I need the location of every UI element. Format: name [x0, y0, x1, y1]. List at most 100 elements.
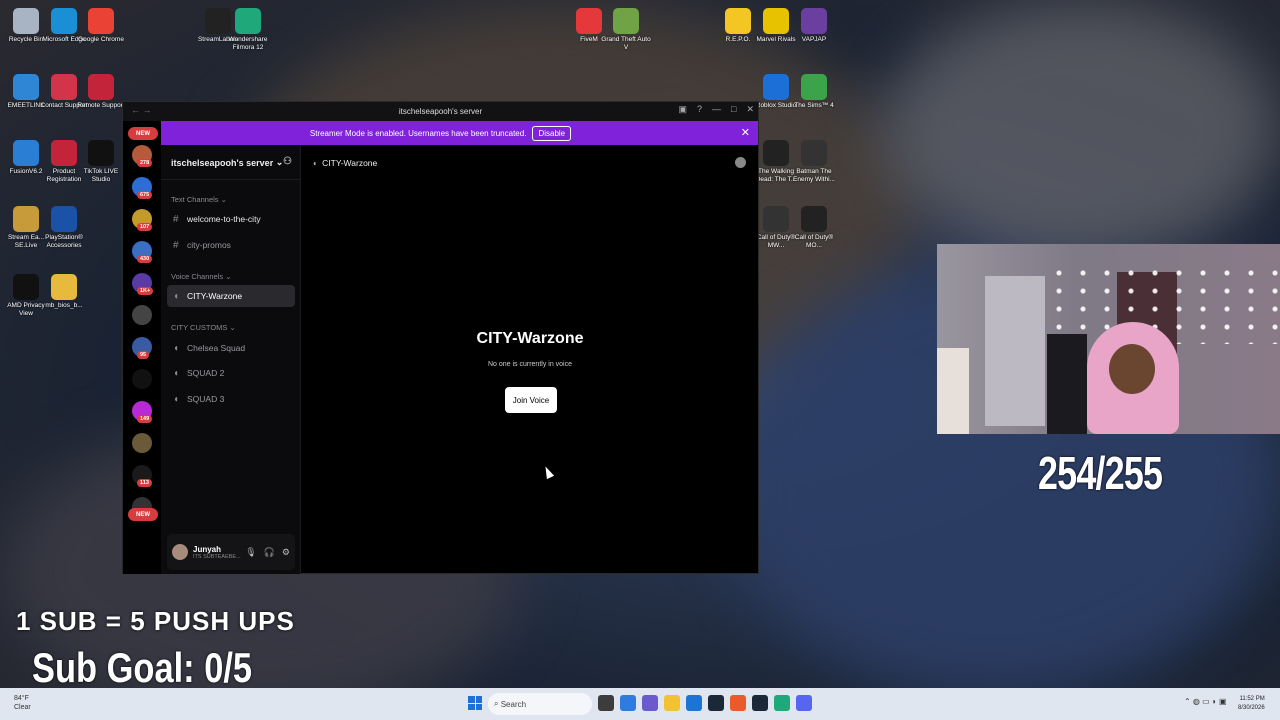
app-icon	[13, 74, 39, 100]
channel-promos[interactable]: # city-promos	[167, 234, 295, 256]
desktop-icon[interactable]: TikTok LIVE Studio	[75, 140, 127, 184]
channel-squad-3[interactable]: ◖ SQUAD 3	[167, 388, 295, 410]
desktop-icon-label: Wondershare Filmora 12	[228, 36, 268, 51]
discord-window: ← → itschelseapooh's server ▣ ? — □ ✕ St…	[122, 101, 759, 574]
store-icon[interactable]	[686, 695, 702, 711]
app-icon	[763, 8, 789, 34]
steam-icon[interactable]	[752, 695, 768, 711]
clock[interactable]: 11:52 PM 8/30/2026	[1238, 695, 1265, 713]
app-icon	[801, 74, 827, 100]
teams-icon[interactable]	[642, 695, 658, 711]
headphones-icon[interactable]: 🎧	[264, 547, 275, 558]
server-header[interactable]: itschelseapooh's server ⌄ ⚇	[161, 146, 300, 180]
category-text-channels[interactable]: Text Channels ⌄	[171, 195, 227, 204]
unread-badge: 278	[137, 159, 153, 167]
file-explorer-icon[interactable]	[664, 695, 680, 711]
discord-icon[interactable]	[796, 695, 812, 711]
new-pill[interactable]: NEW	[128, 508, 158, 521]
app-icon	[763, 74, 789, 100]
server-icon[interactable]	[132, 305, 152, 325]
title-bar: ← → itschelseapooh's server ▣ ? — □ ✕	[123, 102, 758, 121]
app-icon	[801, 140, 827, 166]
app-icon	[763, 140, 789, 166]
banner-text: Streamer Mode is enabled. Usernames have…	[309, 128, 527, 138]
desktop-icon[interactable]: Call of Duty® MO...	[788, 206, 840, 250]
sub-goal-text: Sub Goal: 0/5	[32, 644, 253, 691]
taskview-icon[interactable]	[598, 695, 614, 711]
speaker-icon: ◖	[312, 158, 318, 168]
desktop-icon[interactable]: PlayStation® Accessories	[38, 206, 90, 250]
invite-icon[interactable]: ⚇	[283, 156, 292, 167]
firefox-icon[interactable]	[730, 695, 746, 711]
help-icon[interactable]: ?	[697, 104, 702, 115]
desktop-icon-label: Google Chrome	[78, 36, 124, 43]
microphone-icon[interactable]: 🎙	[245, 547, 256, 558]
copilot-icon[interactable]	[620, 695, 636, 711]
category-city-customs[interactable]: CITY CUSTOMS ⌄	[171, 323, 236, 332]
speaker-icon: ◖	[173, 290, 180, 302]
window-title: itschelseapooh's server	[398, 107, 483, 116]
header-channel-name: CITY-Warzone	[322, 158, 378, 168]
app-icon	[801, 206, 827, 232]
category-voice-channels[interactable]: Voice Channels ⌄	[171, 272, 232, 281]
app-icon	[51, 74, 77, 100]
unread-badge: 113	[137, 479, 152, 487]
app-icon	[51, 206, 77, 232]
server-icon[interactable]	[132, 433, 152, 453]
webcam-feed	[937, 244, 1280, 434]
windows-start-icon[interactable]	[468, 696, 482, 710]
channel-welcome[interactable]: # welcome-to-the-city	[167, 208, 295, 230]
system-tray[interactable]: ⌃ ◍ ▭ ◗ ▣	[1184, 697, 1227, 706]
search-icon: ⌕	[494, 699, 501, 708]
desktop-icon[interactable]: VAPJAP	[788, 8, 840, 44]
voice-channel-title: CITY-Warzone	[476, 330, 584, 347]
desktop-icon[interactable]: The Sims™ 4	[788, 74, 840, 110]
disable-button[interactable]: Disable	[532, 125, 572, 141]
desktop-icon[interactable]: Grand Theft Auto V	[600, 8, 652, 52]
desktop-icon[interactable]: mb_bios_b...	[38, 274, 90, 310]
channel-chelsea-squad[interactable]: ◖ Chelsea Squad	[167, 337, 295, 359]
desktop-icon[interactable]: Batman The Enemy Withi...	[788, 140, 840, 184]
streamlabs-icon[interactable]	[774, 695, 790, 711]
user-panel: Junyah ITS SUBTEAEBE... 🎙 🎧 ⚙	[167, 534, 295, 570]
weather-widget[interactable]: 84°F Clear	[14, 694, 31, 712]
back-forward-icon[interactable]: ← →	[131, 105, 152, 115]
username: Junyah	[193, 544, 222, 554]
close-button[interactable]: ✕	[746, 104, 754, 115]
maximize-button[interactable]: □	[731, 104, 736, 115]
new-pill[interactable]: NEW	[128, 127, 158, 140]
app-icon	[801, 8, 827, 34]
desktop-icon[interactable]: Remote Support	[75, 74, 127, 110]
unread-badge: 675	[137, 191, 153, 199]
desktop-icon-label: mb_bios_b...	[45, 302, 83, 309]
app-icon	[13, 140, 39, 166]
minimize-button[interactable]: —	[712, 104, 721, 115]
channel-sidebar: itschelseapooh's server ⌄ ⚇ Text Channel…	[161, 146, 301, 574]
desktop-icon[interactable]: Wondershare Filmora 12	[222, 8, 274, 52]
join-voice-button[interactable]: Join Voice	[505, 387, 557, 413]
settings-gear-icon[interactable]: ⚙	[282, 547, 290, 558]
app-icon	[13, 8, 39, 34]
desktop-icon-label: Batman The Enemy Withi...	[793, 168, 835, 183]
streamer-mode-banner: Streamer Mode is enabled. Usernames have…	[123, 121, 758, 145]
unread-badge: 1K+	[137, 287, 154, 295]
server-icon[interactable]	[132, 369, 152, 389]
channel-header: ◖ CITY-Warzone	[302, 146, 758, 180]
app-icon	[13, 206, 39, 232]
speaker-icon: ◖	[173, 342, 180, 354]
hash-icon: #	[173, 213, 179, 225]
desktop-icon-label: Grand Theft Auto V	[601, 36, 651, 51]
time: 11:52 PM	[1239, 696, 1265, 702]
steam-icon[interactable]	[708, 695, 724, 711]
banner-close-icon[interactable]: ✕	[741, 126, 750, 139]
desktop-icon[interactable]: Google Chrome	[75, 8, 127, 44]
app-icon	[613, 8, 639, 34]
search-box[interactable]: ⌕ Search	[488, 693, 592, 715]
channel-squad-2[interactable]: ◖ SQUAD 2	[167, 362, 295, 384]
weather-condition: Clear	[14, 704, 31, 711]
chat-icon[interactable]	[735, 157, 746, 168]
inbox-icon[interactable]: ▣	[678, 104, 687, 115]
avatar[interactable]	[172, 544, 188, 560]
channel-warzone[interactable]: ◖ CITY-Warzone	[167, 285, 295, 307]
app-icon	[51, 274, 77, 300]
